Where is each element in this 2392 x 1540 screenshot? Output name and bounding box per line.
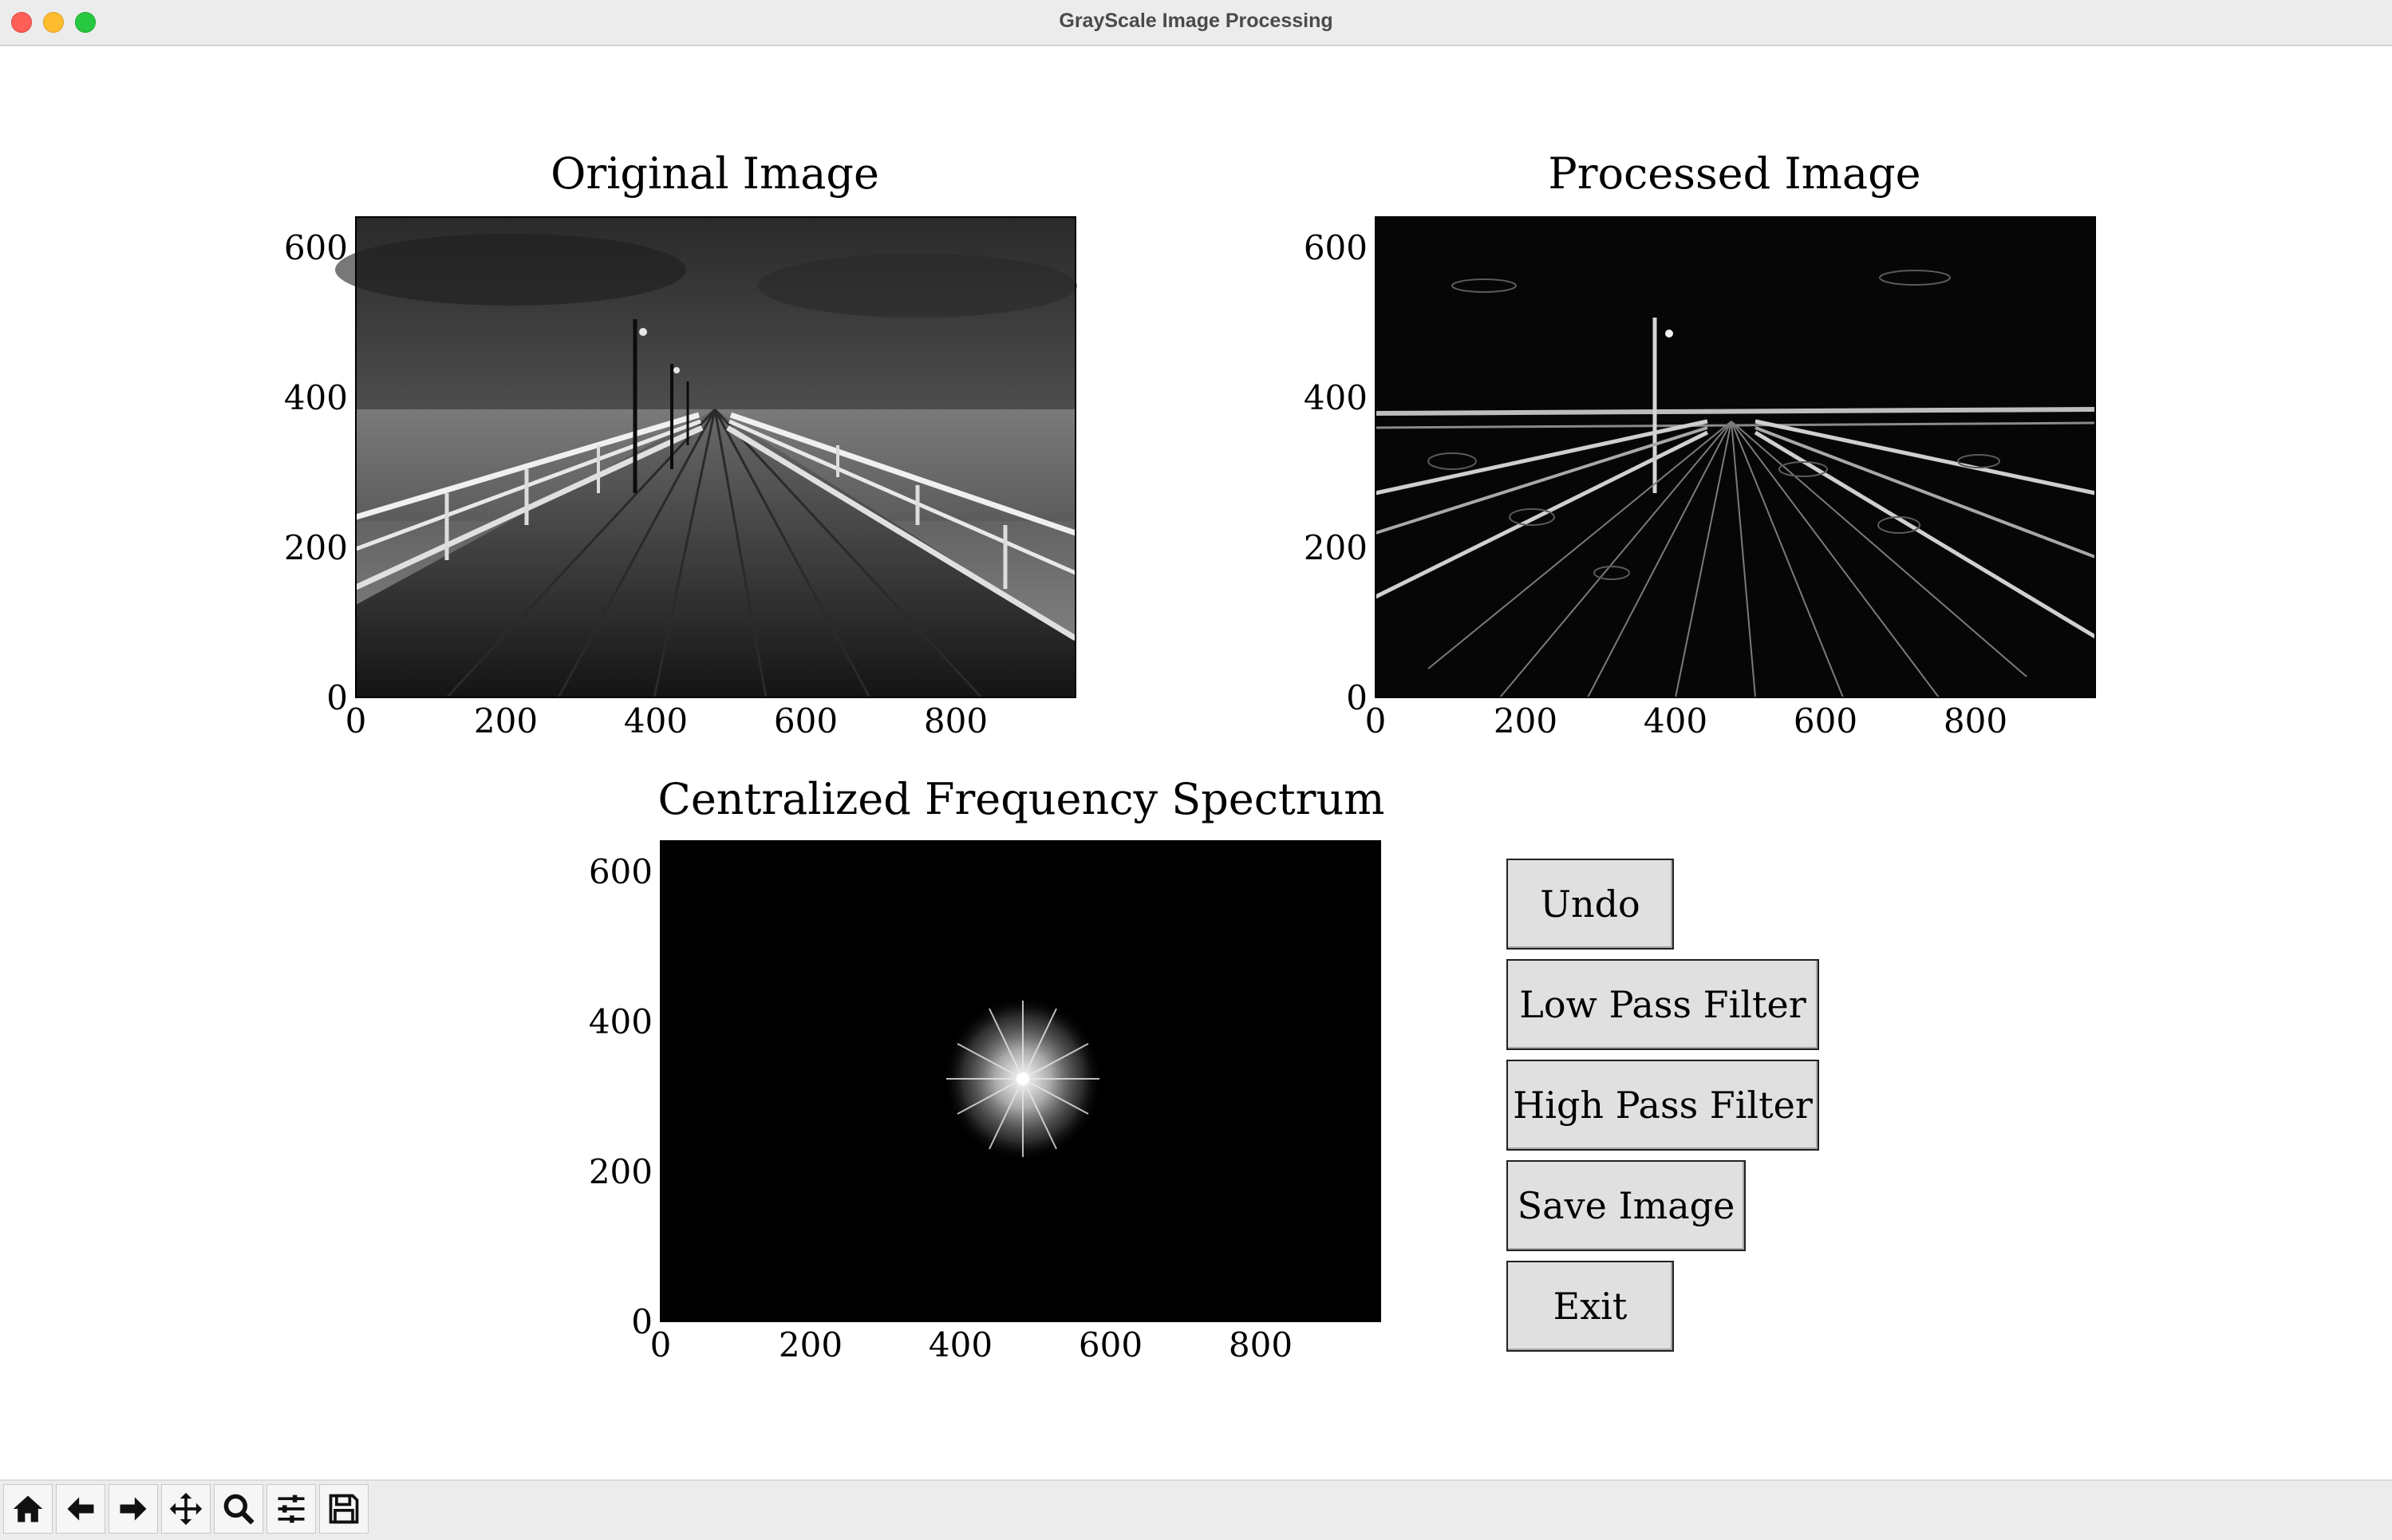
processed-xtick-label: 600	[1794, 701, 1857, 740]
spectrum-axes: Centralized Frequency Spectrum 0 200 400…	[589, 774, 1385, 1364]
original-image-picture	[335, 217, 1077, 699]
processed-xtick-label: 200	[1494, 701, 1557, 740]
original-ytick-label: 200	[284, 528, 348, 567]
navigation-toolbar	[0, 1479, 2392, 1540]
spectrum-ytick-label: 400	[589, 1002, 653, 1041]
processed-ytick-label: 400	[1304, 378, 1368, 417]
low-pass-filter-button[interactable]: Low Pass Filter	[1506, 959, 1819, 1050]
window-title: GrayScale Image Processing	[1059, 10, 1333, 32]
original-ytick-labels: 0 200 400 600	[284, 228, 348, 717]
original-ytick-label: 400	[284, 378, 348, 417]
home-icon[interactable]	[3, 1484, 53, 1534]
spectrum-xtick-label: 600	[1079, 1325, 1143, 1364]
processed-image-title: Processed Image	[1548, 148, 1920, 199]
original-xtick-label: 200	[474, 701, 538, 740]
window-titlebar: GrayScale Image Processing	[0, 0, 2392, 46]
original-xtick-label: 400	[624, 701, 688, 740]
high-pass-filter-button[interactable]: High Pass Filter	[1506, 1060, 1819, 1151]
save-image-button[interactable]: Save Image	[1506, 1160, 1746, 1251]
spectrum-xtick-label: 0	[650, 1325, 672, 1364]
spectrum-ytick-label: 0	[631, 1302, 653, 1341]
spectrum-xtick-label: 800	[1229, 1325, 1293, 1364]
back-arrow-icon[interactable]	[56, 1484, 105, 1534]
original-image-axes: Original Image 0 200 400 600 800 0 200 4…	[284, 148, 1077, 740]
processed-image-axes: Processed Image 0 200 400 600 800 0 200 …	[1304, 148, 2097, 740]
processed-image-picture	[1374, 217, 2097, 698]
spectrum-ytick-label: 600	[589, 852, 653, 891]
spectrum-xtick-label: 400	[929, 1325, 993, 1364]
zoom-icon[interactable]	[214, 1484, 263, 1534]
forward-arrow-icon[interactable]	[109, 1484, 158, 1534]
spectrum-ytick-label: 200	[589, 1152, 653, 1191]
processed-xtick-label: 800	[1944, 701, 2007, 740]
configure-subplots-icon[interactable]	[266, 1484, 316, 1534]
original-xtick-label: 800	[924, 701, 988, 740]
spectrum-title: Centralized Frequency Spectrum	[658, 774, 1385, 824]
original-ytick-label: 600	[284, 228, 348, 267]
processed-ytick-labels: 0 200 400 600	[1304, 228, 1368, 717]
processed-xtick-labels: 0 200 400 600 800	[1365, 701, 2007, 740]
original-xtick-label: 0	[345, 701, 367, 740]
matplotlib-figure: Original Image 0 200 400 600 800 0 200 4…	[284, 148, 2097, 1364]
spectrum-xtick-label: 200	[779, 1325, 843, 1364]
save-icon[interactable]	[319, 1484, 369, 1534]
spectrum-ytick-labels: 0 200 400 600	[589, 852, 653, 1341]
processed-ytick-label: 200	[1304, 528, 1368, 567]
processed-xtick-label: 400	[1644, 701, 1707, 740]
exit-button[interactable]: Exit	[1506, 1261, 1674, 1352]
original-image-title: Original Image	[551, 148, 879, 199]
original-xtick-label: 600	[774, 701, 838, 740]
processed-xtick-label: 0	[1365, 701, 1387, 740]
spectrum-picture	[661, 841, 1380, 1321]
spectrum-xtick-labels: 0 200 400 600 800	[650, 1325, 1293, 1364]
pan-icon[interactable]	[161, 1484, 211, 1534]
processed-ytick-label: 600	[1304, 228, 1368, 267]
original-xtick-labels: 0 200 400 600 800	[345, 701, 988, 740]
undo-button[interactable]: Undo	[1506, 859, 1674, 950]
original-ytick-label: 0	[326, 678, 348, 717]
processed-ytick-label: 0	[1346, 678, 1368, 717]
